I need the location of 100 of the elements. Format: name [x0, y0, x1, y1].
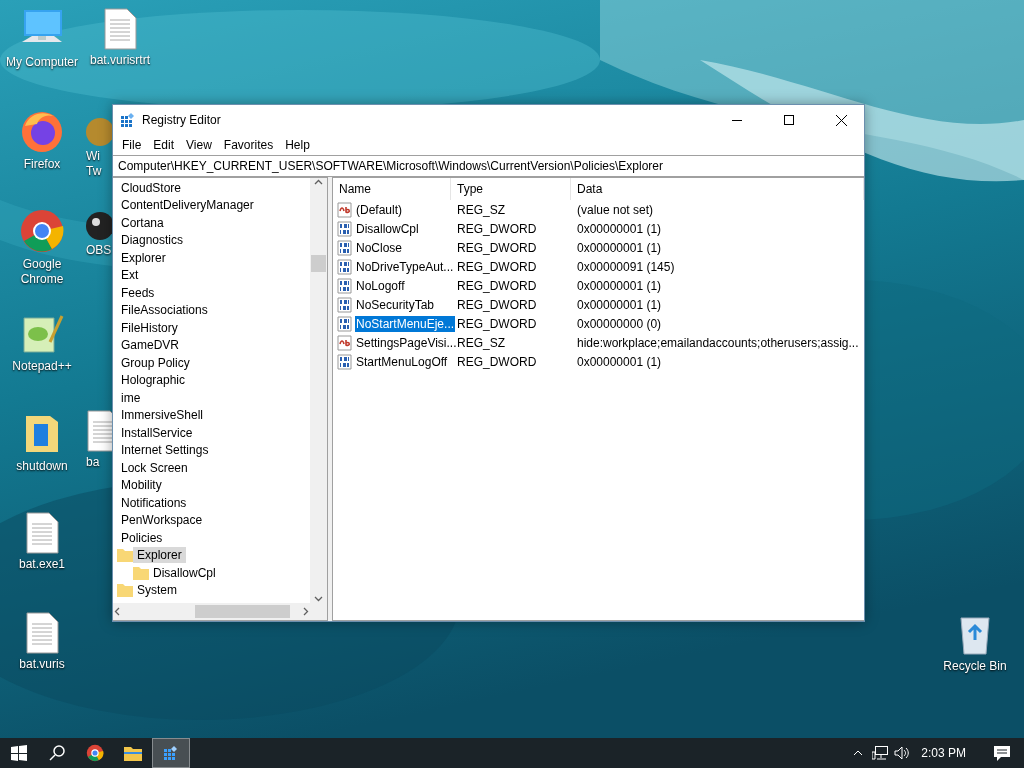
value-data: 0x00000001 (1): [576, 297, 663, 312]
value-name[interactable]: DisallowCpl: [355, 220, 420, 237]
value-name[interactable]: NoDriveTypeAut...: [355, 258, 455, 275]
tree-item[interactable]: Internet Settings: [117, 442, 213, 459]
value-data: 0x00000001 (1): [576, 240, 663, 255]
desktop-icon-label[interactable]: Recycle Bin: [943, 659, 1007, 674]
value-name[interactable]: NoStartMenuEje...: [355, 315, 456, 332]
tree-item[interactable]: Explorer: [117, 249, 170, 266]
value-type: REG_DWORD: [456, 240, 538, 255]
registry-app-icon: [163, 745, 179, 761]
menu-item[interactable]: View: [180, 138, 218, 152]
document-icon: [25, 612, 59, 654]
value-type: REG_DWORD: [456, 316, 538, 331]
desktop-icon-label[interactable]: Google Chrome: [0, 257, 84, 287]
windows-logo-icon: [11, 745, 27, 761]
chrome-icon: [19, 208, 65, 254]
menu-item[interactable]: Edit: [147, 138, 181, 152]
folder-icon: [124, 745, 142, 761]
tree-item[interactable]: Explorer: [133, 547, 186, 564]
desktop-icon-label[interactable]: OBS: [86, 243, 112, 258]
binary-value-icon: [337, 296, 353, 313]
scroll-right-icon[interactable]: [301, 607, 310, 616]
desktop-icon-label[interactable]: Notepad++: [12, 359, 72, 374]
value-data: hide:workplace;emailandaccounts;otherusers;assig...: [576, 335, 860, 350]
tree-item[interactable]: PenWorkspace: [117, 512, 207, 529]
value-type: REG_SZ: [456, 202, 506, 217]
binary-value-icon: [337, 239, 353, 256]
tree-item[interactable]: ImmersiveShell: [117, 407, 208, 424]
value-type: REG_DWORD: [456, 221, 538, 236]
chrome-icon: [86, 744, 104, 762]
value-name[interactable]: (Default): [355, 201, 403, 218]
tree-item[interactable]: Holographic: [117, 372, 190, 389]
scroll-down-icon[interactable]: [314, 594, 323, 603]
folder-icon: [117, 548, 133, 563]
tree-item[interactable]: Diagnostics: [117, 232, 188, 249]
scroll-left-icon[interactable]: [113, 607, 122, 616]
column-header[interactable]: Name: [333, 178, 451, 200]
document-icon: [25, 512, 59, 554]
desktop-icon-label[interactable]: ba: [86, 455, 100, 470]
value-type: REG_DWORD: [456, 259, 538, 274]
tree-item[interactable]: CloudStore: [117, 179, 186, 196]
folder-icon: [117, 583, 133, 598]
window-title: Registry Editor: [142, 113, 222, 127]
value-data: 0x00000091 (145): [576, 259, 676, 274]
tree-item[interactable]: Feeds: [117, 284, 159, 301]
value-data: (value not set): [576, 202, 655, 217]
vertical-scrollbar[interactable]: [310, 178, 327, 603]
search-icon: [49, 745, 65, 761]
string-value-icon: [337, 334, 353, 351]
menu-item[interactable]: Help: [279, 138, 316, 152]
value-type: REG_DWORD: [456, 354, 538, 369]
value-name[interactable]: SettingsPageVisi...: [355, 334, 458, 351]
tree-item[interactable]: Policies: [117, 529, 167, 546]
tree-item[interactable]: ime: [117, 389, 145, 406]
tree-item[interactable]: System: [133, 582, 181, 599]
address-field[interactable]: Computer\HKEY_CURRENT_USER\SOFTWARE\Microsoft\Windows\CurrentVersion\Policies\Explorer: [113, 155, 864, 177]
tree-item[interactable]: FileAssociations: [117, 302, 212, 319]
value-name[interactable]: NoSecurityTab: [355, 296, 436, 313]
tree-item[interactable]: Lock Screen: [117, 459, 192, 476]
clock[interactable]: 2:03 PM: [913, 746, 980, 760]
string-value-icon: [337, 201, 353, 218]
document-icon: [103, 8, 137, 50]
menu-item[interactable]: Favorites: [217, 138, 280, 152]
binary-value-icon: [337, 353, 353, 370]
menu-item[interactable]: File: [116, 138, 148, 152]
binary-value-icon: [337, 315, 353, 332]
tree-item[interactable]: InstallService: [117, 424, 197, 441]
scroll-thumb[interactable]: [311, 255, 326, 272]
horizontal-scrollbar[interactable]: [113, 603, 310, 620]
scroll-thumb[interactable]: [195, 605, 290, 618]
scroll-up-icon[interactable]: [314, 178, 323, 187]
value-data: 0x00000001 (1): [576, 221, 663, 236]
tree-item[interactable]: DisallowCpl: [149, 564, 220, 581]
binary-value-icon: [337, 220, 353, 237]
value-name[interactable]: NoClose: [355, 239, 404, 256]
desktop-icon-label[interactable]: bat.vuris: [19, 657, 65, 672]
desktop-icon-label[interactable]: Firefox: [23, 157, 61, 172]
tree-item[interactable]: Group Policy: [117, 354, 194, 371]
tree-item[interactable]: Cortana: [117, 214, 168, 231]
column-header[interactable]: Data: [571, 178, 864, 200]
value-name[interactable]: NoLogoff: [355, 277, 406, 294]
tree-item[interactable]: Ext: [117, 267, 143, 284]
tree-item[interactable]: FileHistory: [117, 319, 182, 336]
desktop-icon-label[interactable]: Wi Tw: [86, 149, 102, 179]
registry-app-icon: [120, 112, 136, 128]
tree-item[interactable]: ContentDeliveryManager: [117, 197, 258, 214]
desktop-icon-label[interactable]: bat.exe1: [18, 557, 65, 572]
binary-value-icon: [337, 277, 353, 294]
desktop-icon-label[interactable]: shutdown: [16, 459, 68, 474]
value-type: REG_DWORD: [456, 278, 538, 293]
minimize-icon: [732, 119, 742, 121]
value-name[interactable]: StartMenuLogOff: [355, 353, 449, 370]
value-data: 0x00000001 (1): [576, 354, 663, 369]
value-data: 0x00000000 (0): [576, 316, 663, 331]
column-header[interactable]: Type: [451, 178, 571, 200]
app-icon: [86, 118, 112, 146]
binary-value-icon: [337, 258, 353, 275]
tree-item[interactable]: Mobility: [117, 477, 166, 494]
tree-item[interactable]: GameDVR: [117, 337, 183, 354]
tree-item[interactable]: Notifications: [117, 494, 191, 511]
